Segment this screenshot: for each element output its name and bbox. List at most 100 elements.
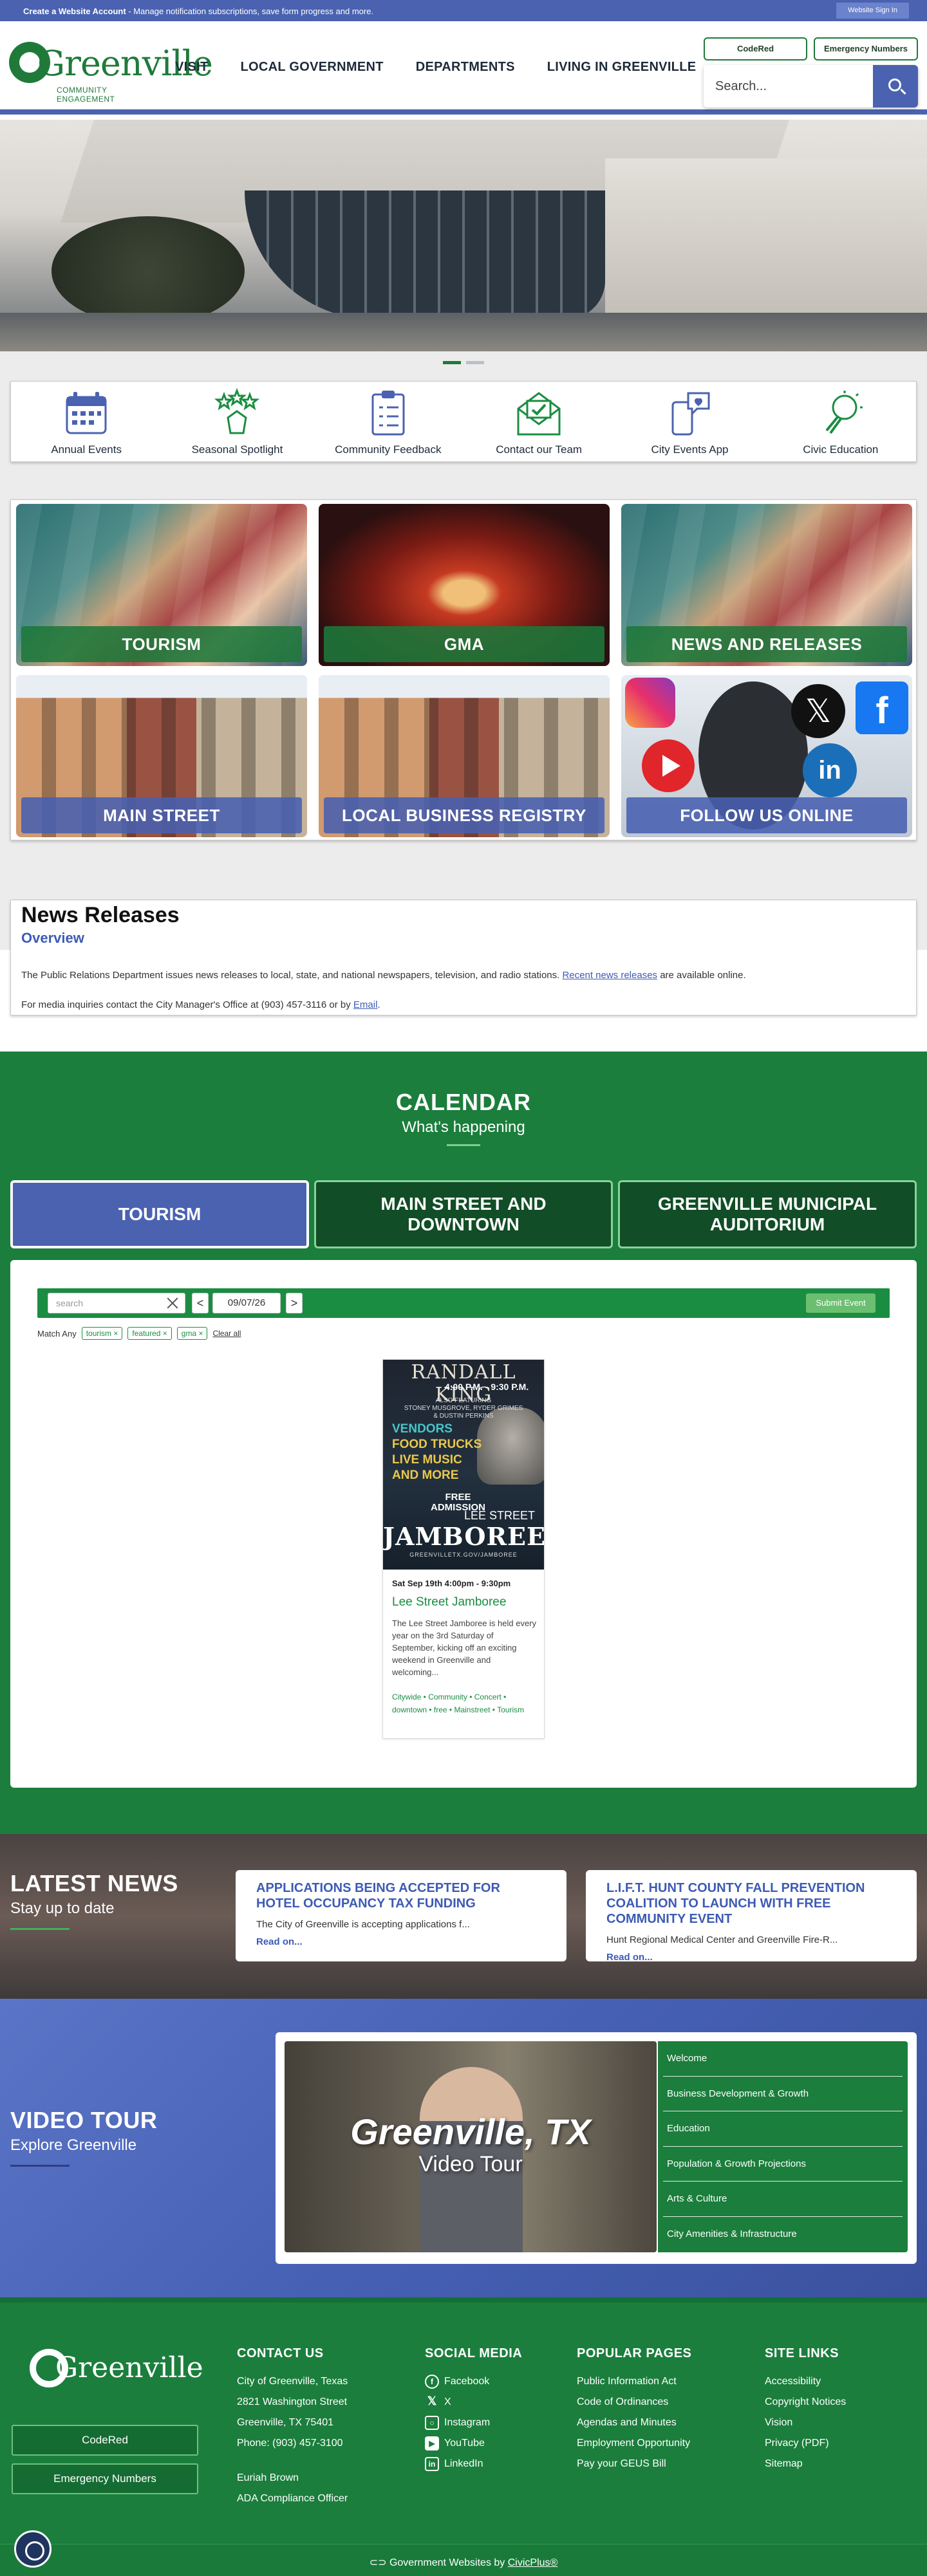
nav-visit[interactable]: VISIT bbox=[175, 60, 209, 75]
social-link-facebook[interactable]: f Facebook bbox=[425, 2371, 522, 2392]
social-link-x[interactable]: 𝕏X bbox=[425, 2392, 522, 2413]
recent-news-releases-link[interactable]: Recent news releases bbox=[562, 970, 657, 981]
calendar-search-input[interactable]: search bbox=[48, 1293, 185, 1313]
facebook-icon: f bbox=[856, 681, 908, 734]
nav-departments[interactable]: DEPARTMENTS bbox=[416, 60, 515, 75]
create-account-link[interactable]: Create a Website Account bbox=[23, 6, 126, 16]
chapter-business-development[interactable]: Business Development & Growth bbox=[663, 2077, 903, 2112]
facebook-icon: f bbox=[425, 2375, 439, 2389]
tile-gma[interactable]: GMA bbox=[319, 504, 610, 666]
tile-follow-us-online[interactable]: 𝕏 f in FOLLOW US ONLINE bbox=[621, 675, 912, 837]
popular-link[interactable]: Employment Opportunity bbox=[577, 2433, 691, 2454]
tile-label: NEWS AND RELEASES bbox=[626, 626, 907, 662]
accessibility-icon[interactable] bbox=[14, 2530, 52, 2568]
contact-line: Greenville, TX 75401 bbox=[237, 2417, 334, 2428]
tile-main-street[interactable]: MAIN STREET bbox=[16, 675, 307, 837]
event-tags[interactable]: Citywide • Community • Concert • downtow… bbox=[392, 1691, 539, 1716]
read-on-link[interactable]: Read on... bbox=[606, 1952, 896, 1963]
tab-tourism[interactable]: TOURISM bbox=[10, 1180, 309, 1248]
chapter-city-amenities[interactable]: City Amenities & Infrastructure bbox=[663, 2217, 903, 2252]
popular-link[interactable]: Public Information Act bbox=[577, 2371, 691, 2392]
popular-link[interactable]: Code of Ordinances bbox=[577, 2392, 691, 2413]
nav-living-in-greenville[interactable]: LIVING IN GREENVILLE bbox=[547, 60, 697, 75]
news-card-title[interactable]: L.I.F.T. Hunt County Fall Prevention Coa… bbox=[606, 1880, 896, 1927]
notification-bar: Create a Website Account - Manage notifi… bbox=[0, 0, 927, 21]
quick-link-civic-education[interactable]: Civic Education bbox=[765, 382, 916, 461]
date-field[interactable]: 09/07/26 bbox=[212, 1293, 281, 1313]
instagram-icon bbox=[625, 678, 675, 728]
slide-dot-1[interactable] bbox=[443, 361, 461, 364]
video-tour-divider bbox=[10, 2165, 70, 2167]
linkedin-icon: in bbox=[803, 743, 857, 797]
news-card[interactable]: L.I.F.T. Hunt County Fall Prevention Coa… bbox=[586, 1870, 917, 1963]
next-date-button[interactable]: > bbox=[286, 1293, 303, 1313]
contact-phone[interactable]: Phone: (903) 457-3100 bbox=[237, 2433, 348, 2454]
video-player[interactable]: Greenville, TX Video Tour bbox=[285, 2041, 657, 2252]
filter-chip-tourism[interactable]: tourism × bbox=[81, 1327, 123, 1340]
tile-news-and-releases[interactable]: NEWS AND RELEASES bbox=[621, 504, 912, 666]
popular-link[interactable]: Agendas and Minutes bbox=[577, 2413, 691, 2433]
read-on-link[interactable]: Read on... bbox=[256, 1936, 546, 1947]
video-tour-subtitle: Explore Greenville bbox=[10, 2136, 137, 2154]
slide-dot-2[interactable] bbox=[466, 361, 484, 364]
chapter-education[interactable]: Education bbox=[663, 2111, 903, 2147]
search-button[interactable] bbox=[873, 65, 918, 107]
site-link[interactable]: Privacy (PDF) bbox=[765, 2433, 846, 2454]
site-logo[interactable]: Greenville COMMUNITY ENGAGEMENT bbox=[9, 39, 213, 104]
quick-link-contact-team[interactable]: Contact our Team bbox=[464, 382, 614, 461]
calendar-section: CALENDAR What's happening TOURISM MAIN S… bbox=[0, 1052, 927, 1834]
search-input[interactable] bbox=[704, 65, 873, 107]
tab-municipal-auditorium[interactable]: GREENVILLE MUNICIPAL AUDITORIUM bbox=[618, 1180, 917, 1248]
social-link-instagram[interactable]: ○ Instagram bbox=[425, 2413, 522, 2433]
social-label: Instagram bbox=[444, 2417, 491, 2428]
email-link[interactable]: Email bbox=[353, 999, 378, 1010]
hero-slideshow bbox=[0, 120, 927, 351]
youtube-icon bbox=[642, 739, 695, 792]
calendar-title: CALENDAR bbox=[396, 1089, 531, 1115]
filter-chip-gma[interactable]: gma × bbox=[176, 1327, 208, 1340]
site-header: Greenville COMMUNITY ENGAGEMENT VISIT LO… bbox=[0, 21, 927, 115]
quick-link-community-feedback[interactable]: Community Feedback bbox=[313, 382, 464, 461]
social-link-youtube[interactable]: ▶ YouTube bbox=[425, 2433, 522, 2454]
footer-popular-pages: POPULAR PAGES Public Information Act Cod… bbox=[577, 2346, 691, 2474]
social-link-linkedin[interactable]: in LinkedIn bbox=[425, 2454, 522, 2474]
tile-local-business-registry[interactable]: LOCAL BUSINESS REGISTRY bbox=[319, 675, 610, 837]
chapter-population-growth[interactable]: Population & Growth Projections bbox=[663, 2147, 903, 2182]
emergency-numbers-button[interactable]: Emergency Numbers bbox=[814, 37, 918, 60]
footer-logo[interactable]: Greenville bbox=[30, 2348, 203, 2399]
footer-emergency-numbers-button[interactable]: Emergency Numbers bbox=[12, 2463, 198, 2494]
quick-link-seasonal-spotlight[interactable]: Seasonal Spotlight bbox=[162, 382, 312, 461]
news-card-title[interactable]: APPLICATIONS BEING ACCEPTED FOR HOTEL OC… bbox=[256, 1880, 546, 1911]
chapter-welcome[interactable]: Welcome bbox=[663, 2041, 903, 2077]
news-card[interactable]: APPLICATIONS BEING ACCEPTED FOR HOTEL OC… bbox=[236, 1870, 566, 1961]
tab-main-street-downtown[interactable]: MAIN STREET AND DOWNTOWN bbox=[314, 1180, 613, 1248]
event-card[interactable]: RANDALL KING 4:00 P.M. - 9:30 P.M. ALSO … bbox=[382, 1359, 545, 1739]
tile-tourism[interactable]: TOURISM bbox=[16, 504, 307, 666]
chapter-arts-culture[interactable]: Arts & Culture bbox=[663, 2182, 903, 2217]
tile-label: GMA bbox=[324, 626, 604, 662]
account-message[interactable]: Create a Website Account - Manage notifi… bbox=[23, 6, 373, 16]
filter-chip-featured[interactable]: featured × bbox=[127, 1327, 172, 1340]
footer-codered-button[interactable]: CodeRed bbox=[12, 2425, 198, 2456]
submit-event-button[interactable]: Submit Event bbox=[806, 1293, 876, 1313]
quick-link-annual-events[interactable]: Annual Events bbox=[11, 382, 162, 461]
nav-local-government[interactable]: LOCAL GOVERNMENT bbox=[241, 60, 384, 75]
sign-in-button[interactable]: Website Sign In bbox=[836, 3, 909, 19]
civicplus-link[interactable]: CivicPlus® bbox=[508, 2557, 558, 2568]
event-title-link[interactable]: Lee Street Jamboree bbox=[392, 1595, 506, 1609]
popular-link[interactable]: Pay your GEUS Bill bbox=[577, 2454, 691, 2474]
clear-search-icon[interactable] bbox=[164, 1295, 181, 1311]
site-link[interactable]: Accessibility bbox=[765, 2371, 846, 2392]
event-datetime: Sat Sep 19th 4:00pm - 9:30pm bbox=[392, 1579, 511, 1588]
clear-all-link[interactable]: Clear all bbox=[212, 1329, 241, 1338]
latest-news-divider bbox=[10, 1928, 70, 1930]
codered-button[interactable]: CodeRed bbox=[704, 37, 807, 60]
contact-line: City of Greenville, Texas bbox=[237, 2376, 348, 2387]
site-link[interactable]: Copyright Notices bbox=[765, 2392, 846, 2413]
site-link[interactable]: Vision bbox=[765, 2413, 846, 2433]
footer-contact: CONTACT US City of Greenville, Texas 282… bbox=[237, 2346, 348, 2509]
quick-link-city-events-app[interactable]: City Events App bbox=[614, 382, 765, 461]
site-link[interactable]: Sitemap bbox=[765, 2454, 846, 2474]
video-tour-section: VIDEO TOUR Explore Greenville Greenville… bbox=[0, 1999, 927, 2297]
previous-date-button[interactable]: < bbox=[192, 1293, 209, 1313]
